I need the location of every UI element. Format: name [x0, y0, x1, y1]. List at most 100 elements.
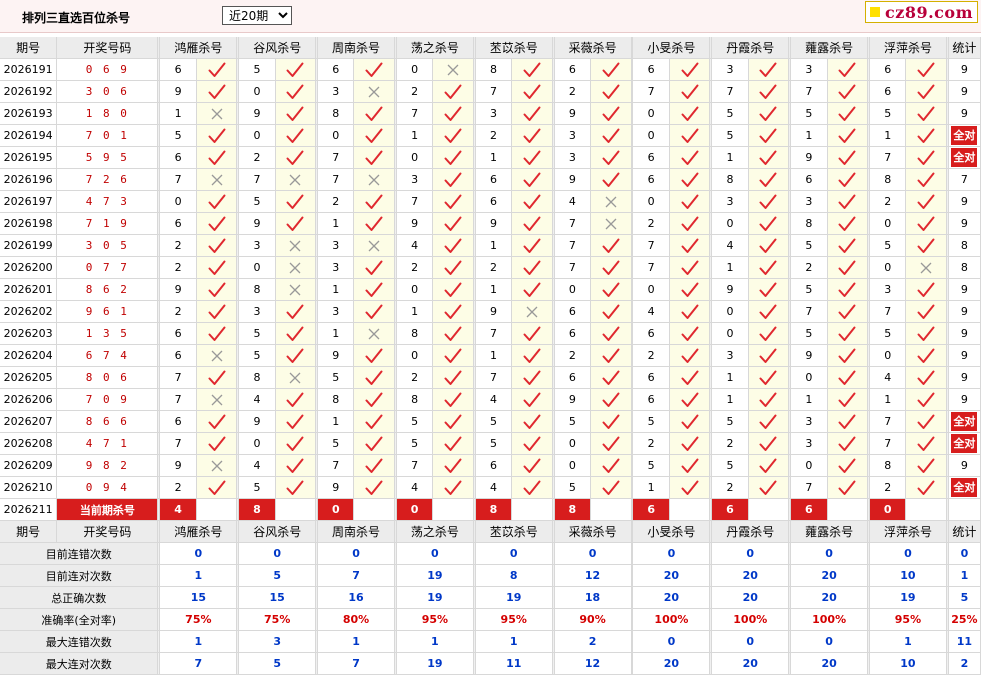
result-cell [905, 344, 947, 367]
result-cell [353, 300, 395, 323]
kill-digit-cell: 3 [238, 300, 276, 323]
kill-digit-cell: 7 [632, 234, 670, 257]
kill-digit-cell: 0 [869, 344, 907, 367]
result-cell [590, 146, 632, 169]
cross-icon [276, 173, 315, 187]
header-expert: 小旻杀号 [632, 37, 711, 59]
summary-value: 0 [632, 630, 711, 653]
all-right-badge: 全对 [951, 478, 978, 497]
kill-digit-cell: 1 [317, 410, 355, 433]
cross-icon [433, 63, 472, 77]
stat-cell: 9 [948, 344, 981, 367]
result-cell [196, 146, 238, 169]
kill-digit-cell: 5 [159, 124, 197, 147]
result-cell [748, 146, 790, 169]
kill-digit-cell: 0 [238, 124, 276, 147]
draw-number-cell: 9 8 2 [56, 454, 159, 477]
check-icon [433, 128, 472, 144]
draw-number-cell: 7 0 1 [56, 124, 159, 147]
kill-digit-cell: 7 [632, 256, 670, 279]
result-cell [275, 212, 317, 235]
kill-digit-cell: 1 [317, 278, 355, 301]
draw-number-cell: 3 0 6 [56, 80, 159, 103]
kill-digit-cell: 7 [790, 300, 828, 323]
summary-value: 18 [554, 586, 632, 609]
current-issue-cell: 2026211 [0, 498, 58, 521]
kill-digit-cell: 9 [238, 102, 276, 125]
result-cell [669, 102, 711, 125]
current-kill-spacer [511, 498, 553, 521]
kill-digit-cell: 5 [790, 278, 828, 301]
result-cell [353, 476, 395, 499]
summary-value: 7 [317, 652, 395, 675]
kill-digit-cell: 6 [159, 212, 197, 235]
kill-digit-cell: 7 [869, 146, 907, 169]
draw-number-cell: 1 8 0 [56, 102, 159, 125]
cross-icon [276, 371, 315, 385]
summary-value: 5 [238, 652, 317, 675]
check-icon [197, 62, 236, 78]
kill-digit-cell: 1 [475, 146, 513, 169]
check-icon [670, 216, 709, 232]
check-icon [749, 414, 788, 430]
check-icon [197, 84, 236, 100]
cross-icon [906, 261, 945, 275]
result-cell [905, 300, 947, 323]
result-cell [669, 58, 711, 81]
stat-cell: 7 [948, 168, 981, 191]
header-expert: 周南杀号 [317, 520, 395, 543]
result-cell [353, 190, 395, 213]
kill-digit-cell: 7 [317, 146, 355, 169]
kill-digit-cell: 9 [475, 300, 513, 323]
check-icon [354, 216, 393, 232]
cross-icon [197, 349, 236, 363]
table-row: 2026201 8 6 298101009539 [0, 278, 981, 301]
check-icon [433, 326, 472, 342]
check-icon [276, 326, 315, 342]
result-cell [748, 388, 790, 411]
kill-digit-cell: 6 [159, 322, 197, 345]
check-icon [828, 194, 867, 210]
check-icon [670, 458, 709, 474]
result-cell [511, 124, 553, 147]
kill-digit-cell: 2 [869, 476, 907, 499]
kill-digit-cell: 1 [396, 300, 434, 323]
result-cell [353, 58, 395, 81]
result-cell [511, 366, 553, 389]
check-icon [512, 172, 551, 188]
current-kill-spacer [275, 498, 317, 521]
summary-value: 15 [238, 586, 317, 609]
header-expert: 荡之杀号 [396, 520, 474, 543]
kill-digit-cell: 0 [711, 322, 749, 345]
site-logo[interactable]: cz89.com [864, 1, 978, 23]
period-select[interactable]: 近20期 [222, 6, 292, 25]
kill-digit-cell: 0 [632, 124, 670, 147]
check-icon [828, 326, 867, 342]
kill-digit-cell: 2 [790, 256, 828, 279]
check-icon [197, 370, 236, 386]
result-cell [196, 300, 238, 323]
kill-digit-cell: 6 [159, 146, 197, 169]
draw-number-cell: 1 3 5 [56, 322, 159, 345]
summary-value: 0 [238, 542, 317, 565]
stat-cell: 9 [948, 322, 981, 345]
check-icon [354, 480, 393, 496]
result-cell [275, 432, 317, 455]
result-cell [590, 58, 632, 81]
kill-digit-cell: 7 [159, 168, 197, 191]
kill-digit-cell: 7 [790, 476, 828, 499]
check-icon [906, 282, 945, 298]
kill-digit-cell: 4 [554, 190, 592, 213]
summary-value: 75% [238, 608, 317, 631]
result-cell [905, 454, 947, 477]
check-icon [749, 458, 788, 474]
kill-digit-cell: 7 [159, 366, 197, 389]
result-cell [905, 234, 947, 257]
result-cell [432, 146, 474, 169]
kill-digit-cell: 3 [790, 432, 828, 455]
table-row: 2026203 1 3 565187660559 [0, 322, 981, 345]
check-icon [276, 84, 315, 100]
result-cell [748, 344, 790, 367]
check-icon [276, 392, 315, 408]
result-cell [748, 300, 790, 323]
